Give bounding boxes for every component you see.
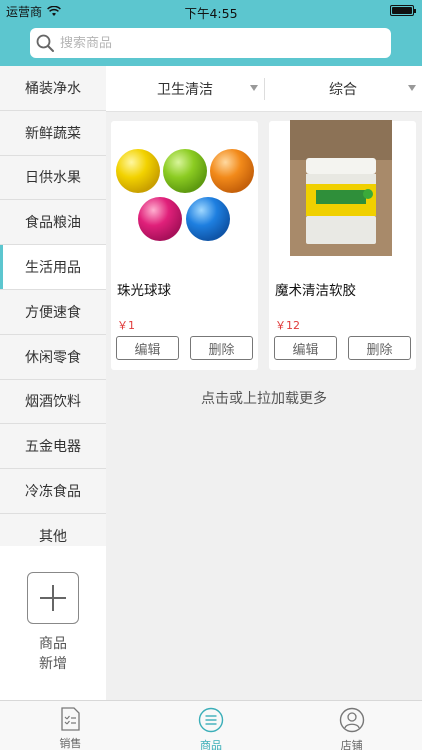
sort-filter-dropdown[interactable]: 综合 [264, 66, 422, 111]
product-price: ￥12 [275, 319, 300, 332]
tab-label: 销售 [59, 737, 82, 750]
sort-filter-label: 综合 [329, 81, 357, 98]
tab-label: 商品 [200, 739, 222, 750]
add-product-label-line2: 新增 [39, 656, 67, 672]
plus-icon [40, 585, 66, 611]
category-item[interactable]: 冷冻食品 [0, 469, 106, 514]
tab-label: 店铺 [340, 739, 363, 750]
delete-button[interactable]: 删除 [348, 336, 411, 360]
category-item[interactable]: 方便速食 [0, 289, 106, 335]
tab-products[interactable]: 商品 [141, 701, 282, 750]
bottom-tab-bar: 销售 商品 店铺 [0, 700, 422, 750]
category-item[interactable]: 休闲零食 [0, 334, 106, 380]
search-box[interactable] [30, 28, 391, 58]
category-filter-label: 卫生清洁 [157, 81, 213, 98]
battery-icon [390, 5, 416, 16]
product-card[interactable]: 魔术清洁软胶 ￥12 编辑 删除 [269, 120, 416, 370]
clipboard-list-icon [57, 707, 83, 731]
tab-store[interactable]: 店铺 [281, 701, 422, 750]
category-item[interactable]: 烟酒饮料 [0, 379, 106, 425]
product-image-balls [111, 121, 258, 251]
add-product-label[interactable]: 商品 新增 [0, 634, 106, 674]
dropdown-caret-icon [408, 85, 416, 91]
category-item-active[interactable]: 生活用品 [0, 245, 106, 290]
product-price: ￥1 [117, 319, 135, 332]
status-bar: 运营商 下午4:55 [0, 0, 422, 22]
search-icon [30, 28, 60, 58]
category-filter-dropdown[interactable]: 卫生清洁 [106, 66, 264, 111]
load-more-text[interactable]: 点击或上拉加载更多 [106, 388, 422, 408]
dropdown-caret-icon [250, 85, 258, 91]
filter-bar: 卫生清洁 综合 [106, 66, 422, 112]
tab-sales[interactable]: 销售 [0, 701, 141, 750]
category-item[interactable]: 日供水果 [0, 155, 106, 201]
list-circle-icon [198, 707, 224, 733]
delete-button[interactable]: 删除 [190, 336, 253, 360]
category-item[interactable]: 食品粮油 [0, 200, 106, 246]
product-name: 珠光球球 [117, 283, 171, 299]
product-name: 魔术清洁软胶 [275, 283, 356, 299]
add-product-button[interactable] [27, 572, 79, 624]
category-list: 桶装净水 新鲜蔬菜 日供水果 食品粮油 生活用品 方便速食 休闲零食 烟酒饮料 … [0, 66, 106, 559]
status-time: 下午4:55 [184, 6, 238, 21]
add-product-area: 商品 新增 [0, 546, 106, 700]
user-circle-icon [339, 707, 365, 733]
category-sidebar: 桶装净水 新鲜蔬菜 日供水果 食品粮油 生活用品 方便速食 休闲零食 烟酒饮料 … [0, 66, 106, 700]
add-product-label-line1: 商品 [39, 636, 67, 652]
edit-button[interactable]: 编辑 [116, 336, 179, 360]
category-item[interactable]: 新鲜蔬菜 [0, 110, 106, 156]
search-input[interactable] [60, 35, 391, 51]
product-card[interactable]: 珠光球球 ￥1 编辑 删除 [111, 121, 258, 370]
category-item[interactable]: 五金电器 [0, 424, 106, 470]
product-image-cleaning-gel [269, 120, 416, 256]
category-item[interactable]: 桶装净水 [0, 66, 106, 111]
edit-button[interactable]: 编辑 [274, 336, 337, 360]
header: 运营商 下午4:55 [0, 0, 422, 66]
